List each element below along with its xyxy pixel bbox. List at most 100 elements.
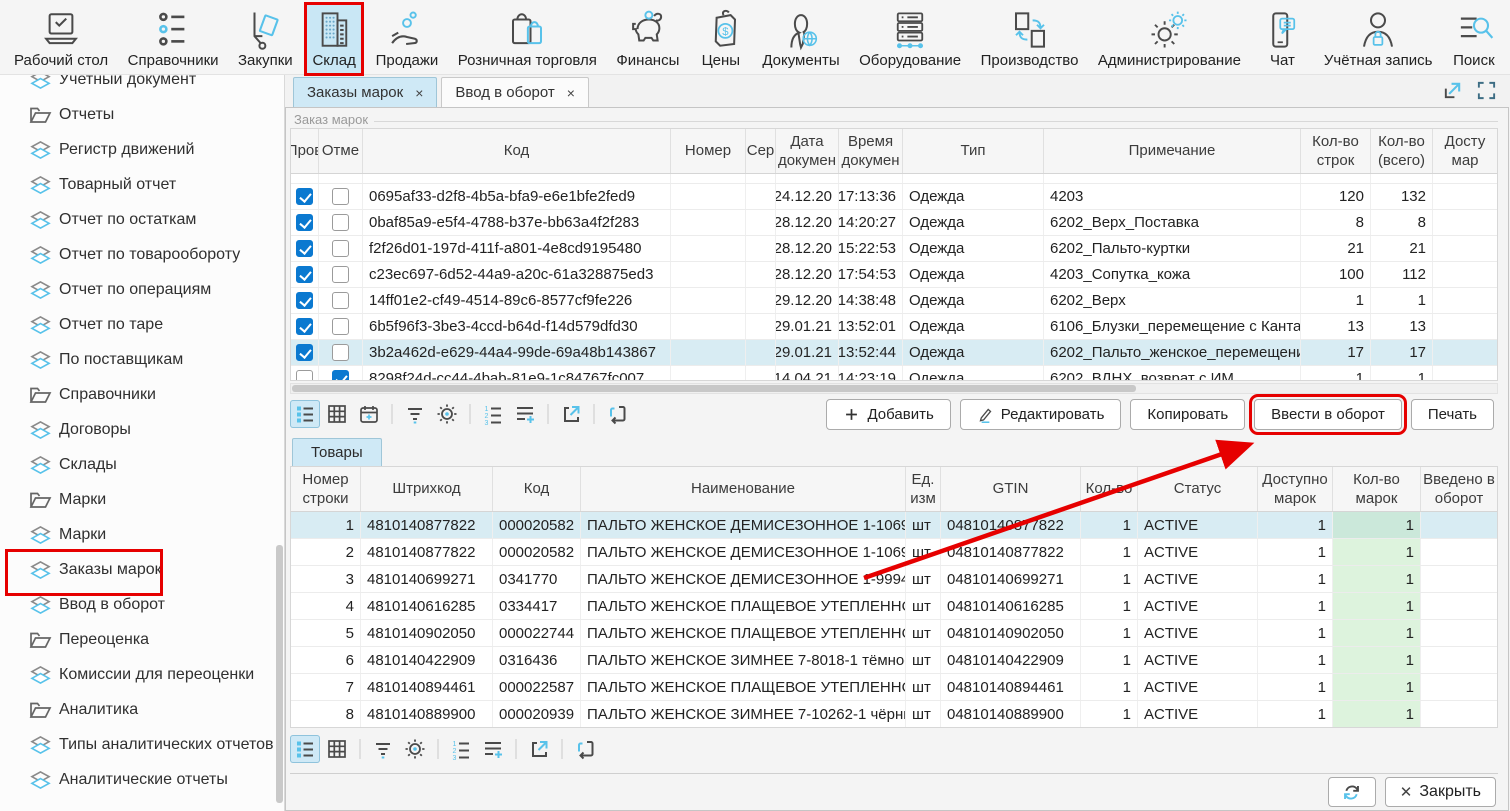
fullscreen-icon[interactable]	[1476, 80, 1497, 105]
toolbar-icon-button[interactable]	[386, 400, 398, 428]
toolbar-item-search[interactable]: Поиск	[1446, 4, 1502, 74]
toolbar-icon-button[interactable]	[464, 400, 476, 428]
row-checked-checkbox[interactable]	[296, 292, 313, 309]
toolbar-icon-button-list-view[interactable]	[290, 400, 320, 428]
goods-row-ПАЛЬТО ЖЕНСКОЕ ДЕМИСЕЗОННОЕ 1-9994-1 ч[interactable]: 3 4810140699271 0341770 ПАЛЬТО ЖЕНСКОЕ Д…	[291, 566, 1497, 593]
column-header[interactable]: Статус	[1138, 467, 1258, 511]
column-header[interactable]: Кол-во строк	[1301, 129, 1371, 173]
toolbar-item-chat[interactable]: Чат	[1254, 4, 1310, 74]
column-header[interactable]: Наименование	[581, 467, 906, 511]
toolbar-item-catalogs[interactable]: Справочники	[122, 4, 225, 74]
row-marked-checkbox[interactable]	[332, 292, 349, 309]
row-marked-checkbox[interactable]	[332, 318, 349, 335]
column-header[interactable]: Сер	[746, 129, 776, 173]
toolbar-icon-button-settings[interactable]	[432, 400, 462, 428]
column-header[interactable]: Пров	[291, 129, 319, 173]
refresh-button[interactable]	[1328, 777, 1376, 807]
add-button[interactable]: Добавить	[826, 399, 950, 430]
sidebar-item-zakazy-marok[interactable]: Заказы марок	[0, 552, 284, 587]
column-header[interactable]: Номер	[671, 129, 746, 173]
sidebar-item-tipy-analiticheskikh-otchetov[interactable]: Типы аналитических отчетов	[0, 727, 284, 762]
column-header[interactable]: GTIN	[941, 467, 1081, 511]
toolbar-icon-button-grid-view[interactable]	[322, 735, 352, 763]
order-row[interactable]: 14ff01e2-cf49-4514-89c6-8577cf9fe226 29.…	[291, 288, 1497, 314]
order-row[interactable]: 0695af33-d2f8-4b5a-bfa9-e6e1bfe2fed9 24.…	[291, 184, 1497, 210]
toolbar-icon-button[interactable]	[510, 735, 522, 763]
toolbar-icon-button-numbered-list[interactable]: 123	[478, 400, 508, 428]
column-header[interactable]: Номер строки	[291, 467, 361, 511]
toolbar-item-finance[interactable]: Финансы	[610, 4, 685, 74]
sidebar-item-uchetny-dokument[interactable]: Учетный документ	[0, 75, 284, 97]
row-checked-checkbox[interactable]	[296, 188, 313, 205]
row-marked-checkbox[interactable]	[332, 344, 349, 361]
tab-zakazy-marok[interactable]: Заказы марок ×	[293, 77, 437, 107]
toolbar-icon-button-add-list[interactable]	[478, 735, 508, 763]
sidebar-item-marki-folder[interactable]: Марки	[0, 482, 284, 517]
column-header[interactable]: Штрихкод	[361, 467, 493, 511]
sidebar-item-pereotsenka[interactable]: Переоценка	[0, 622, 284, 657]
column-header[interactable]: Тип	[903, 129, 1044, 173]
toolbar-item-desktop[interactable]: Рабочий стол	[8, 4, 114, 74]
sidebar-item-registr-dvizheniy[interactable]: Регистр движений	[0, 132, 284, 167]
print-button[interactable]: Печать	[1411, 399, 1494, 430]
order-row[interactable]: 6b5f96f3-3be3-4ccd-b64d-f14d579dfd30 29.…	[291, 314, 1497, 340]
row-checked-checkbox[interactable]	[296, 318, 313, 335]
order-row[interactable]: c23ec697-6d52-44a9-a20c-61a328875ed3 28.…	[291, 262, 1497, 288]
sidebar-item-spravochniki[interactable]: Справочники	[0, 377, 284, 412]
sidebar-item-otchet-po-operatsiyam[interactable]: Отчет по операциям	[0, 272, 284, 307]
toolbar-item-prices[interactable]: $ Цены	[693, 4, 749, 74]
column-header[interactable]: Время докумен	[839, 129, 903, 173]
column-header[interactable]: Кол-во (всего)	[1371, 129, 1433, 173]
row-marked-checkbox[interactable]	[332, 214, 349, 231]
goods-row-ПАЛЬТО ЖЕНСКОЕ ЗИМНЕЕ 7-10262-1 чёрный[interactable]: 8 4810140889900 000020939 ПАЛЬТО ЖЕНСКОЕ…	[291, 701, 1497, 728]
column-header[interactable]: Отме	[319, 129, 363, 173]
toolbar-icon-button[interactable]	[588, 400, 600, 428]
row-checked-checkbox[interactable]	[296, 370, 313, 381]
toolbar-item-administration[interactable]: Администрирование	[1092, 4, 1247, 74]
sidebar-item-otchety[interactable]: Отчеты	[0, 97, 284, 132]
sidebar-item-analitika[interactable]: Аналитика	[0, 692, 284, 727]
toolbar-icon-button-calendar[interactable]	[354, 400, 384, 428]
column-header[interactable]: Код	[363, 129, 671, 173]
column-header[interactable]: Введено в оборот	[1421, 467, 1497, 511]
toolbar-item-purchases[interactable]: Закупки	[232, 4, 299, 74]
tab-goods[interactable]: Товары	[292, 438, 382, 466]
column-header[interactable]: Доступно марок	[1258, 467, 1333, 511]
order-row[interactable]	[291, 174, 1497, 184]
column-header[interactable]: Примечание	[1044, 129, 1301, 173]
order-row[interactable]: f2f26d01-197d-411f-a801-4e8cd9195480 28.…	[291, 236, 1497, 262]
tab-close-icon[interactable]: ×	[415, 85, 423, 101]
edit-button[interactable]: Редактировать	[960, 399, 1122, 430]
introduce-button[interactable]: Ввести в оборот	[1254, 399, 1402, 430]
sidebar-item-sklady[interactable]: Склады	[0, 447, 284, 482]
order-row[interactable]: 3b2a462d-e629-44a4-99de-69a48b143867 29.…	[291, 340, 1497, 366]
sidebar-item-komissii-dlya-pereotsenki[interactable]: Комиссии для переоценки	[0, 657, 284, 692]
toolbar-icon-button-grid-view[interactable]	[322, 400, 352, 428]
sidebar-item-vvod-v-oborot[interactable]: Ввод в оборот	[0, 587, 284, 622]
sidebar-scrollbar[interactable]	[276, 545, 283, 803]
row-marked-checkbox[interactable]	[332, 240, 349, 257]
goods-row-ПАЛЬТО ЖЕНСКОЕ ЗИМНЕЕ 7-8018-1 тёмно-бе[interactable]: 6 4810140422909 0316436 ПАЛЬТО ЖЕНСКОЕ З…	[291, 647, 1497, 674]
toolbar-icon-button-filter[interactable]	[368, 735, 398, 763]
row-checked-checkbox[interactable]	[296, 266, 313, 283]
sidebar-item-otchet-po-tare[interactable]: Отчет по таре	[0, 307, 284, 342]
toolbar-item-sales[interactable]: Продажи	[370, 4, 445, 74]
sidebar-item-otchet-po-tovarooborotu[interactable]: Отчет по товарообороту	[0, 237, 284, 272]
sidebar-item-marki[interactable]: Марки	[0, 517, 284, 552]
toolbar-icon-button-numbered-list[interactable]: 123	[446, 735, 476, 763]
row-marked-checkbox[interactable]	[332, 266, 349, 283]
column-header[interactable]: Ед. изм	[906, 467, 941, 511]
toolbar-item-retail[interactable]: Розничная торговля	[452, 4, 603, 74]
goods-row-ПАЛЬТО ЖЕНСКОЕ ПЛАЩЕВОЕ УТЕПЛЕННОЕ 5[interactable]: 5 4810140902050 000022744 ПАЛЬТО ЖЕНСКОЕ…	[291, 620, 1497, 647]
toolbar-item-warehouse[interactable]: Склад	[306, 4, 362, 74]
order-row[interactable]: 8298f24d-cc44-4bab-81e9-1c84767fc007 14.…	[291, 366, 1497, 381]
toolbar-icon-button-reload[interactable]	[570, 735, 600, 763]
column-header[interactable]: Кол-во	[1081, 467, 1138, 511]
tab-close-icon[interactable]: ×	[567, 85, 575, 101]
goods-row-ПАЛЬТО ЖЕНСКОЕ ПЛАЩЕВОЕ УТЕПЛЕННОЕ 5[interactable]: 4 4810140616285 0334417 ПАЛЬТО ЖЕНСКОЕ П…	[291, 593, 1497, 620]
toolbar-icon-button[interactable]	[354, 735, 366, 763]
toolbar-icon-button[interactable]	[432, 735, 444, 763]
toolbar-item-production[interactable]: Производство	[975, 4, 1085, 74]
toolbar-icon-button-open-external[interactable]	[556, 400, 586, 428]
column-header[interactable]: Дата докумен	[776, 129, 839, 173]
